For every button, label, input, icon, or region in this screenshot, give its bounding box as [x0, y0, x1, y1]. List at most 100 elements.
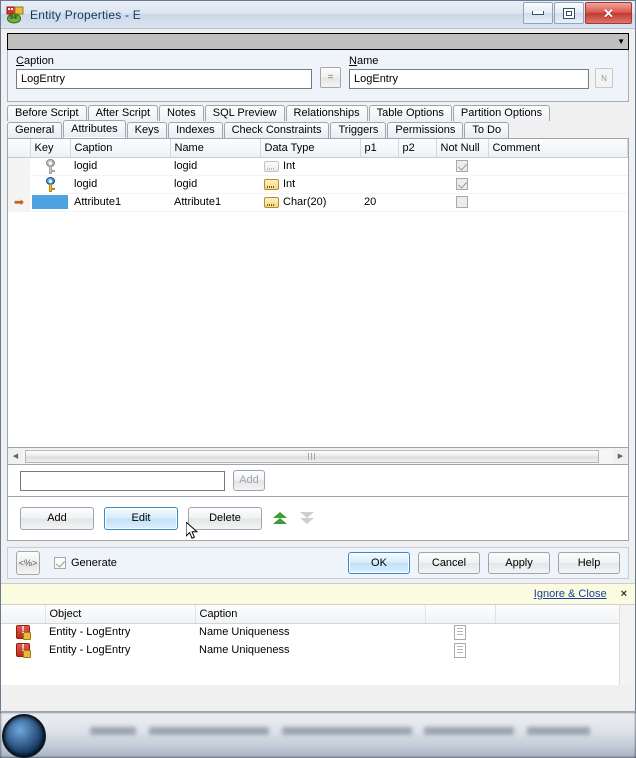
name-input[interactable] — [349, 69, 589, 89]
script-variables-button[interactable]: <%> — [16, 551, 40, 575]
row-p2[interactable] — [398, 193, 436, 212]
quick-add-row: Add — [7, 465, 629, 497]
row-key-cell[interactable] — [30, 157, 70, 176]
scroll-right-icon[interactable]: ▶ — [613, 449, 628, 464]
row-data-type[interactable]: Char(20) — [260, 193, 360, 212]
tab-permissions[interactable]: Permissions — [387, 122, 464, 138]
row-p1[interactable] — [360, 175, 398, 194]
col-error-caption[interactable]: Caption — [195, 605, 426, 624]
col-p1[interactable]: p1 — [360, 139, 399, 158]
col-object[interactable]: Object — [45, 605, 196, 624]
row-caption[interactable]: logid — [70, 175, 170, 194]
row-not-null[interactable] — [436, 157, 488, 176]
row-data-type[interactable]: Int — [260, 157, 360, 176]
tab-sql-preview[interactable]: SQL Preview — [204, 105, 285, 121]
minimize-button[interactable] — [523, 2, 553, 24]
row-caption[interactable]: logid — [70, 157, 170, 176]
col-p2[interactable]: p2 — [398, 139, 437, 158]
scroll-left-icon[interactable]: ◀ — [8, 449, 23, 464]
col-marker[interactable] — [8, 139, 31, 158]
tab-table-options[interactable]: Table Options — [368, 105, 452, 121]
tab-triggers[interactable]: Triggers — [330, 122, 387, 138]
note-icon[interactable] — [454, 624, 466, 640]
row-key-cell[interactable] — [30, 193, 70, 212]
row-not-null[interactable] — [436, 175, 488, 194]
ignore-and-close-link[interactable]: Ignore & Close — [534, 588, 607, 600]
col-comment[interactable]: Comment — [488, 139, 628, 158]
tab-general[interactable]: General — [7, 122, 63, 138]
add-button[interactable]: Add — [20, 507, 94, 530]
col-caption[interactable]: Caption — [70, 139, 171, 158]
row-name[interactable]: Attribute1 — [170, 193, 260, 212]
row-comment[interactable] — [488, 193, 628, 212]
error-list-vertical-scrollbar[interactable] — [619, 605, 635, 685]
row-caption[interactable]: Attribute1 — [70, 193, 170, 212]
row-data-type[interactable]: Int — [260, 175, 360, 194]
close-button[interactable]: ✕ — [585, 2, 632, 24]
object-selector-combobox[interactable]: ▼ — [7, 33, 629, 50]
tab-check-constraints[interactable]: Check Constraints — [223, 122, 330, 138]
maximize-button[interactable] — [554, 2, 584, 24]
title-bar[interactable]: Entity Properties - E ✕ — [1, 1, 635, 29]
generate-group[interactable]: Generate — [54, 557, 117, 569]
row-name[interactable]: logid — [170, 175, 260, 194]
col-key[interactable]: Key — [30, 139, 71, 158]
error-note-cell[interactable] — [425, 623, 495, 641]
not-null-checkbox[interactable] — [456, 160, 468, 173]
quick-add-button[interactable]: Add — [233, 470, 265, 491]
tab-after-script[interactable]: After Script — [87, 105, 158, 121]
scroll-thumb[interactable] — [25, 449, 599, 463]
scroll-track[interactable] — [23, 448, 613, 464]
table-row[interactable]: ➡ Attribute1 Attribute1 Char(20) 20 — [8, 193, 628, 212]
tab-attributes[interactable]: Attributes — [63, 120, 126, 138]
tab-partition-options[interactable]: Partition Options — [452, 105, 551, 121]
generate-checkbox[interactable] — [54, 557, 66, 569]
apply-button[interactable]: Apply — [488, 552, 550, 574]
row-p2[interactable] — [398, 157, 436, 176]
error-note-cell[interactable] — [425, 641, 495, 659]
double-chevron-up-icon[interactable] — [272, 510, 289, 527]
quick-add-input[interactable] — [20, 470, 225, 491]
row-not-null[interactable] — [436, 193, 488, 212]
cancel-button[interactable]: Cancel — [418, 552, 480, 574]
col-not-null[interactable]: Not Null — [436, 139, 489, 158]
row-name[interactable]: logid — [170, 157, 260, 176]
tab-before-script[interactable]: Before Script — [7, 105, 87, 121]
row-key-cell[interactable] — [30, 175, 70, 194]
attribute-actions: Add Edit Delete — [7, 497, 629, 541]
row-comment[interactable] — [488, 157, 628, 176]
sync-caption-name-button[interactable]: = — [320, 67, 341, 88]
list-item[interactable]: Entity - LogEntry Name Uniqueness — [1, 641, 635, 659]
col-note[interactable] — [425, 605, 496, 624]
tab-notes[interactable]: Notes — [159, 105, 204, 121]
tab-indexes[interactable]: Indexes — [168, 122, 223, 138]
row-comment[interactable] — [488, 175, 628, 194]
table-row[interactable]: logid logid Int — [8, 175, 628, 194]
row-p1[interactable]: 20 — [360, 193, 398, 212]
error-caption: Name Uniqueness — [199, 626, 290, 639]
col-data-type[interactable]: Data Type — [260, 139, 361, 158]
tab-keys[interactable]: Keys — [126, 122, 168, 138]
tab-relationships[interactable]: Relationships — [285, 105, 368, 121]
col-name[interactable]: Name — [170, 139, 261, 158]
not-null-checkbox[interactable] — [456, 178, 468, 191]
note-icon[interactable] — [454, 642, 466, 658]
tab-to-do[interactable]: To Do — [464, 122, 510, 138]
edit-button[interactable]: Edit — [104, 507, 178, 530]
close-warning-icon[interactable]: × — [621, 588, 627, 600]
ok-button[interactable]: OK — [348, 552, 410, 574]
attributes-grid[interactable]: Key Caption Name Data Type p1 p2 Not Nul… — [7, 138, 629, 448]
name-template-button[interactable]: N — [595, 68, 613, 88]
row-p1[interactable] — [360, 157, 398, 176]
start-orb-icon[interactable] — [2, 714, 46, 758]
caption-input[interactable] — [16, 69, 312, 89]
window-controls: ✕ — [522, 2, 632, 24]
grid-horizontal-scrollbar[interactable]: ◀ ▶ — [7, 448, 629, 465]
list-item[interactable]: Entity - LogEntry Name Uniqueness — [1, 623, 635, 641]
table-row[interactable]: logid logid Int — [8, 157, 628, 176]
col-extra[interactable] — [495, 605, 635, 624]
help-button[interactable]: Help — [558, 552, 620, 574]
not-null-checkbox[interactable] — [456, 196, 468, 209]
validation-error-list[interactable]: Object Caption Entity - LogEntry Name Un… — [1, 605, 635, 685]
row-p2[interactable] — [398, 175, 436, 194]
